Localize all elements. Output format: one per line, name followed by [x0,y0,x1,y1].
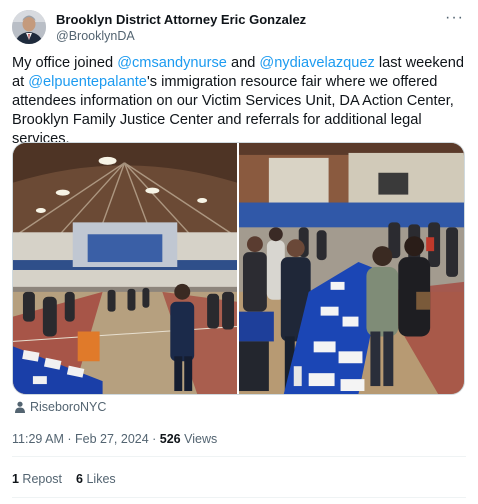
tweet-text-segment: My office joined [12,55,118,71]
views-label: Views [180,432,218,446]
resource-table-photo-image [239,143,464,394]
author-names: Brooklyn District Attorney Eric Gonzalez… [56,12,306,44]
tweet-header: Brooklyn District Attorney Eric Gonzalez… [12,10,466,44]
media-grid [12,142,465,395]
likes-stat[interactable]: 6 Likes [76,472,116,486]
tweet-time[interactable]: 11:29 AM [12,432,64,446]
tweet-meta: 11:29 AM · Feb 27, 2024 · 526 Views [12,432,217,446]
mention-link[interactable]: @elpuentepalante [28,74,147,90]
photo-resource-table[interactable] [239,143,464,394]
mention-link[interactable]: @nydiavelazquez [259,55,374,71]
author-handle[interactable]: @BrooklynDA [56,28,306,44]
reposts-stat[interactable]: 1 Repost [12,472,62,486]
tweet-text: My office joined @cmsandynurse and @nydi… [12,54,472,149]
tweet-text-segment: and [226,55,260,71]
mention-link[interactable]: @cmsandynurse [117,55,227,71]
meta-separator: · [63,432,75,446]
tweet-date[interactable]: Feb 27, 2024 [75,432,149,446]
person-icon [15,401,25,413]
photo-gym-wide[interactable] [13,143,237,394]
divider [12,456,466,457]
more-icon[interactable]: ··· [445,10,464,26]
location-label: RiseboroNYC [30,400,107,414]
location-tag[interactable]: RiseboroNYC [14,400,106,414]
divider [12,497,466,498]
engagement-stats: 1 Repost 6 Likes [12,472,116,486]
meta-separator: · [148,432,160,446]
likes-label: Likes [83,472,116,486]
likes-count: 6 [76,472,83,486]
profile-photo [12,10,46,44]
views-count: 526 [159,432,181,446]
gym-photo-image [13,143,237,394]
reposts-label: Repost [18,472,63,486]
reposts-count: 1 [12,472,19,486]
author-display-name[interactable]: Brooklyn District Attorney Eric Gonzalez [56,12,306,28]
avatar[interactable] [12,10,46,44]
